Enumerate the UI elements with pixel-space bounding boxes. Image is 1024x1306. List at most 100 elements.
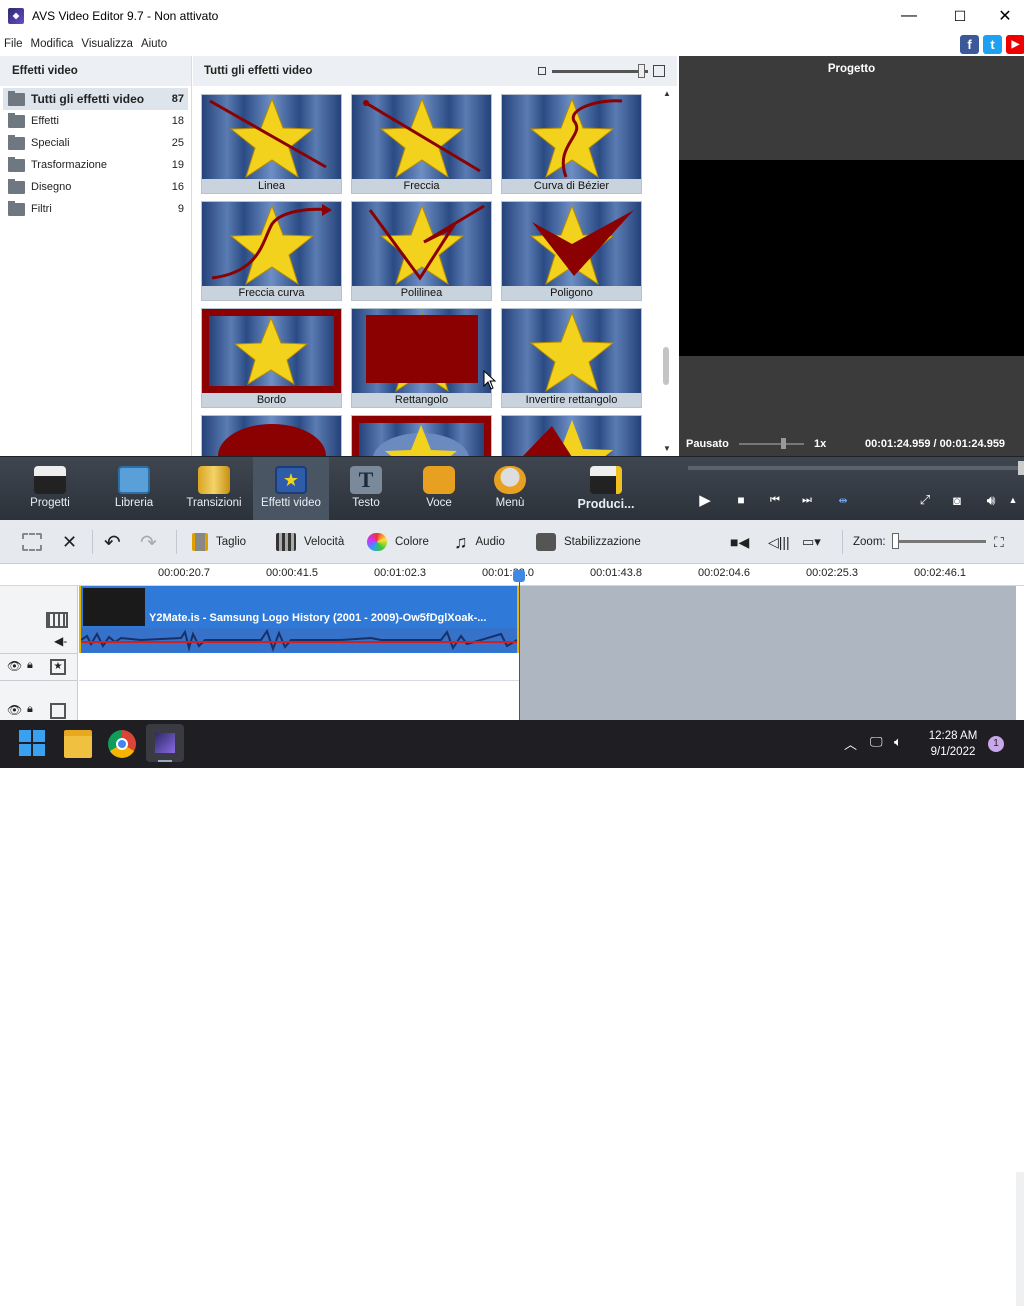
twitter-icon[interactable]: t bbox=[983, 35, 1002, 54]
category-label: Disegno bbox=[31, 181, 72, 193]
menu-file[interactable]: File bbox=[4, 38, 23, 50]
thumb-size-slider[interactable] bbox=[552, 70, 648, 73]
category-all[interactable]: Tutti gli effetti video 87 bbox=[3, 88, 188, 110]
tab-progetti[interactable]: Progetti bbox=[12, 457, 88, 520]
stop-icon[interactable]: ■ bbox=[730, 489, 752, 511]
undo-button[interactable]: ↶ bbox=[104, 530, 121, 554]
chrome-icon[interactable] bbox=[108, 730, 136, 758]
previous-frame-icon[interactable]: ⏮ bbox=[764, 489, 786, 511]
category-label: Tutti gli effetti video bbox=[31, 92, 145, 106]
redo-button[interactable]: ↷ bbox=[140, 530, 157, 554]
tab-testo[interactable]: T Testo bbox=[328, 457, 404, 520]
snapshot-icon[interactable]: ◙ bbox=[946, 489, 968, 511]
audio-button[interactable]: ♫ Audio bbox=[454, 530, 505, 554]
close-button[interactable]: ✕ bbox=[982, 0, 1024, 32]
effect-tile-partial[interactable] bbox=[501, 415, 642, 457]
scroll-up-icon[interactable]: ▲ bbox=[663, 89, 671, 98]
small-thumbs-icon[interactable] bbox=[538, 67, 546, 75]
zoom-slider[interactable] bbox=[894, 540, 986, 543]
seek-bar[interactable] bbox=[688, 461, 1024, 475]
audio-mute-icon[interactable]: ◀- bbox=[54, 634, 67, 648]
split-audio-button[interactable]: ■◀ bbox=[730, 530, 749, 554]
playhead-handle[interactable] bbox=[513, 570, 525, 582]
category-speciali[interactable]: Speciali 25 bbox=[3, 132, 188, 154]
preview-title: Progetto bbox=[679, 56, 1024, 82]
category-effetti[interactable]: Effetti 18 bbox=[3, 110, 188, 132]
preview-panel: Progetto Pausato 1x 00:01:24.959 / 00:01… bbox=[679, 56, 1024, 456]
speed-button[interactable]: Velocità bbox=[276, 530, 344, 554]
visibility-eye-icon[interactable]: 👁︎ bbox=[7, 703, 22, 717]
youtube-icon[interactable]: ▶ bbox=[1006, 35, 1024, 54]
fullscreen-icon[interactable]: ⤢ bbox=[914, 489, 936, 511]
menu-aiuto[interactable]: Aiuto bbox=[141, 38, 167, 50]
tray-chevron-icon[interactable]: ︿ bbox=[844, 734, 857, 753]
effect-tile-poligono[interactable]: Poligono bbox=[501, 201, 642, 301]
audio-mixer-button[interactable]: ◁||| bbox=[768, 530, 790, 554]
effect-tile-partial[interactable] bbox=[201, 415, 342, 457]
effect-tile-bordo[interactable]: Bordo bbox=[201, 308, 342, 408]
tab-voce[interactable]: Voce bbox=[401, 457, 477, 520]
effect-tile-partial[interactable] bbox=[351, 415, 492, 457]
color-button[interactable]: Colore bbox=[367, 530, 429, 554]
lock-icon[interactable]: 🔒︎ bbox=[27, 659, 33, 672]
windows-start-icon[interactable] bbox=[19, 730, 45, 756]
delete-button[interactable]: ✕ bbox=[62, 530, 77, 554]
minimize-button[interactable]: — bbox=[886, 0, 932, 32]
zoom-slider-handle[interactable] bbox=[892, 533, 899, 549]
tab-menu[interactable]: Menù bbox=[472, 457, 548, 520]
effect-thumbnail bbox=[352, 95, 491, 179]
speaker-icon[interactable]: 🔈︎ bbox=[894, 734, 902, 750]
star-icon bbox=[363, 97, 481, 179]
thumb-size-handle[interactable] bbox=[638, 64, 645, 78]
ruler-tick: 00:01:43.8 bbox=[590, 567, 642, 579]
effect-thumbnail bbox=[502, 95, 641, 179]
category-filtri[interactable]: Filtri 9 bbox=[3, 198, 188, 220]
effect-tile-freccia[interactable]: Freccia bbox=[351, 94, 492, 194]
notification-badge[interactable]: 1 bbox=[988, 736, 1004, 752]
trim-button[interactable]: Taglio bbox=[192, 530, 246, 554]
storyboard-toggle[interactable] bbox=[22, 530, 50, 554]
file-explorer-icon[interactable] bbox=[64, 730, 92, 758]
speed-slider-handle[interactable] bbox=[781, 438, 786, 449]
effect-tile-linea[interactable]: Linea bbox=[201, 94, 342, 194]
network-icon[interactable]: 🖵︎ bbox=[870, 734, 883, 750]
scroll-down-icon[interactable]: ▼ bbox=[663, 444, 671, 453]
effect-tile-curva-bezier[interactable]: Curva di Bézier bbox=[501, 94, 642, 194]
effect-tile-freccia-curva[interactable]: Freccia curva bbox=[201, 201, 342, 301]
effect-tile-rettangolo[interactable]: Rettangolo bbox=[351, 308, 492, 408]
stabilization-button[interactable]: Stabilizzazione bbox=[536, 530, 641, 554]
fit-timeline-button[interactable]: ⛶ bbox=[994, 530, 1004, 554]
tab-transizioni[interactable]: Transizioni bbox=[176, 457, 252, 520]
next-frame-icon[interactable]: ⏭ bbox=[796, 489, 818, 511]
seek-handle[interactable] bbox=[1018, 461, 1024, 475]
split-icon[interactable]: ⇹ bbox=[832, 489, 854, 511]
tab-produci[interactable]: Produci... bbox=[568, 457, 644, 520]
system-clock[interactable]: 12:28 AM 9/1/2022 bbox=[924, 728, 982, 760]
volume-up-arrow-icon[interactable]: ▲ bbox=[1006, 489, 1020, 511]
maximize-button[interactable]: ☐ bbox=[937, 0, 983, 32]
avs-taskbar-item[interactable] bbox=[146, 724, 184, 762]
menu-modifica[interactable]: Modifica bbox=[31, 38, 74, 50]
playhead[interactable] bbox=[513, 570, 525, 720]
effect-tile-polilinea[interactable]: Polilinea bbox=[351, 201, 492, 301]
scrollbar-thumb[interactable] bbox=[663, 347, 669, 385]
effect-tile-invertire-rettangolo[interactable]: Invertire rettangolo bbox=[501, 308, 642, 408]
facebook-icon[interactable]: f bbox=[960, 35, 979, 54]
large-thumbs-icon[interactable] bbox=[653, 65, 665, 77]
volume-line[interactable] bbox=[81, 641, 517, 643]
visibility-eye-icon[interactable]: 👁︎ bbox=[7, 659, 22, 673]
lock-icon[interactable]: 🔒︎ bbox=[27, 703, 33, 716]
volume-icon[interactable]: 🔊︎ bbox=[980, 489, 1002, 511]
speed-slider[interactable] bbox=[739, 443, 804, 445]
category-trasformazione[interactable]: Trasformazione 19 bbox=[3, 154, 188, 176]
category-disegno[interactable]: Disegno 16 bbox=[3, 176, 188, 198]
video-clip[interactable]: Y2Mate.is - Samsung Logo History (2001 -… bbox=[79, 586, 519, 653]
tab-effetti-video[interactable]: ★ Effetti video bbox=[253, 457, 329, 520]
tab-libreria[interactable]: Libreria bbox=[96, 457, 172, 520]
timeline-ruler[interactable]: 00:00:20.7 00:00:41.5 00:01:02.3 00:01:2… bbox=[0, 564, 1024, 586]
effects-scrollbar[interactable]: ▲ ▼ bbox=[660, 87, 674, 455]
aspect-ratio-dropdown[interactable]: ▭▾ bbox=[802, 530, 821, 554]
menu-visualizza[interactable]: Visualizza bbox=[81, 38, 133, 50]
play-icon[interactable]: ▶ bbox=[694, 489, 716, 511]
timeline-vertical-scrollbar[interactable] bbox=[1016, 1172, 1024, 1306]
